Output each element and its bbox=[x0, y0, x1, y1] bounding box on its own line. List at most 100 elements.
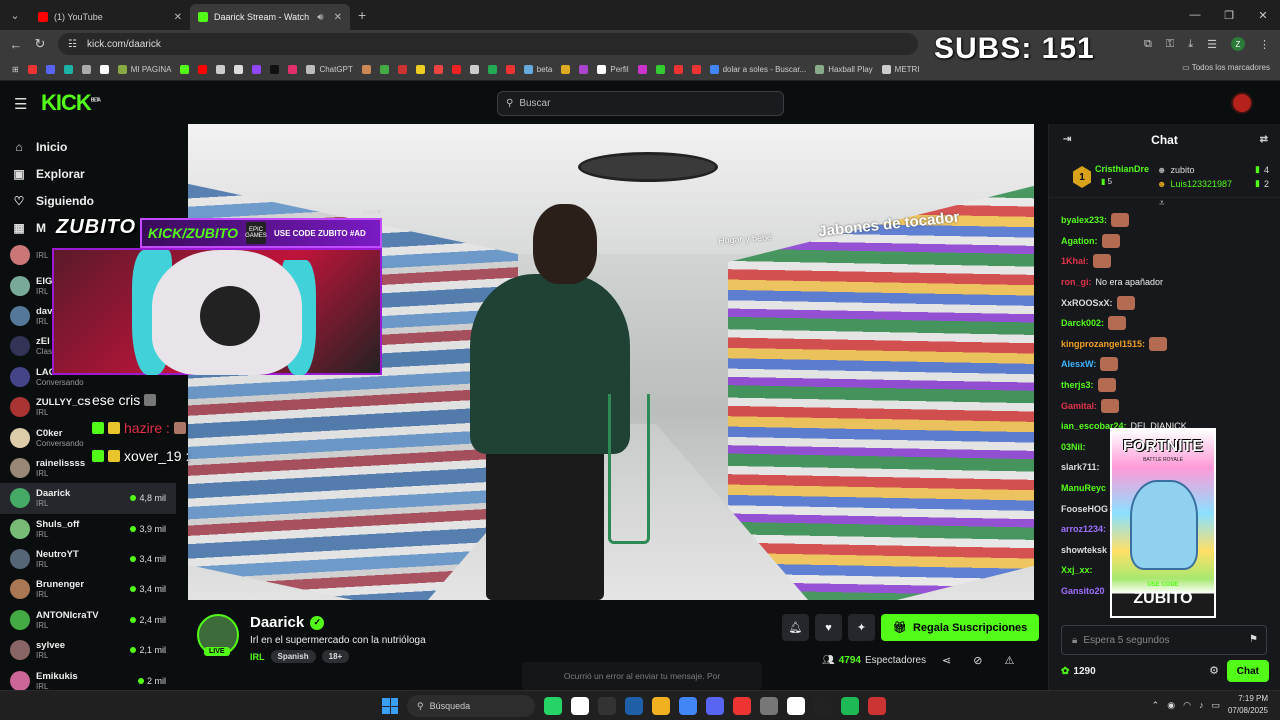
taskbar-app-icon[interactable] bbox=[598, 697, 616, 715]
bookmark-item[interactable] bbox=[81, 64, 91, 74]
clock[interactable]: 7:19 PM 07/08/2025 bbox=[1228, 693, 1268, 717]
bookmark-item[interactable] bbox=[415, 64, 425, 74]
leaderboard-row[interactable]: ☻ Luis123321987 ▮ 2 bbox=[1157, 178, 1269, 189]
taskbar-app-icon[interactable] bbox=[868, 697, 886, 715]
chat-username[interactable]: Darck002: bbox=[1061, 318, 1104, 328]
tab-kick[interactable]: Daarick Stream - Watch Live o 🔊︎ ✕ bbox=[190, 4, 350, 30]
bookmark-item[interactable] bbox=[397, 64, 407, 74]
tab-search-icon[interactable]: ⌄ bbox=[0, 0, 30, 30]
bookmark-item[interactable] bbox=[45, 64, 55, 74]
close-window-icon[interactable]: ✕ bbox=[1246, 0, 1280, 30]
channel-item[interactable]: sylvee IRL 2,1 mil bbox=[0, 635, 176, 665]
bookmark-item[interactable]: METRI bbox=[881, 64, 920, 74]
chat-username[interactable]: arroz1234: bbox=[1061, 524, 1106, 534]
channel-item[interactable]: Shuls_off IRL 3,9 mil bbox=[0, 514, 176, 544]
apps-grid-icon[interactable]: ⊞ bbox=[12, 65, 19, 74]
bookmark-item[interactable] bbox=[691, 64, 701, 74]
bookmark-item[interactable] bbox=[433, 64, 443, 74]
chat-username[interactable]: therjs3: bbox=[1061, 380, 1094, 390]
chat-username[interactable]: Agation: bbox=[1061, 236, 1098, 246]
restore-icon[interactable]: ❐ bbox=[1212, 0, 1246, 30]
bookmark-item[interactable]: MI PAGINA bbox=[117, 64, 171, 74]
share-icon[interactable]: ⋖ bbox=[942, 654, 951, 667]
taskbar-app-icon[interactable] bbox=[571, 697, 589, 715]
taskbar-app-icon[interactable] bbox=[841, 697, 859, 715]
speaker-icon[interactable]: 🔊︎ bbox=[317, 12, 323, 23]
chat-username[interactable]: byalex233: bbox=[1061, 215, 1107, 225]
chat-username[interactable]: XxROOSxX: bbox=[1061, 298, 1113, 308]
search-input[interactable]: ⚲ Buscar bbox=[497, 91, 784, 116]
omnibox[interactable]: ☷ kick.com/daarick bbox=[58, 33, 918, 55]
taskbar-app-icon[interactable] bbox=[544, 697, 562, 715]
user-avatar[interactable] bbox=[1231, 92, 1253, 114]
expand-leaderboard-icon[interactable]: ⩡ bbox=[1159, 198, 1165, 209]
new-tab-button[interactable]: + bbox=[358, 7, 366, 23]
chat-username[interactable]: FooseHOG bbox=[1061, 504, 1108, 514]
taskbar-app-icon[interactable] bbox=[814, 697, 832, 715]
tag-language[interactable]: Spanish bbox=[270, 650, 316, 663]
hide-icon[interactable]: ⊘ bbox=[973, 654, 982, 667]
site-info-icon[interactable]: ☷ bbox=[68, 39, 77, 50]
nav-inicio[interactable]: ⌂ Inicio bbox=[12, 133, 176, 160]
profile-avatar[interactable]: Z bbox=[1231, 37, 1245, 51]
bookmark-item[interactable] bbox=[216, 64, 226, 74]
bookmark-item[interactable]: Perfil bbox=[597, 64, 629, 74]
back-icon[interactable]: ← bbox=[4, 37, 28, 52]
taskbar-app-icon[interactable] bbox=[787, 697, 805, 715]
all-bookmarks[interactable]: ▭ Todos los marcadores bbox=[1182, 63, 1270, 72]
bookmark-item[interactable] bbox=[469, 64, 479, 74]
bookmark-item[interactable] bbox=[505, 64, 515, 74]
volume-icon[interactable]: ♪ bbox=[1199, 700, 1204, 710]
bookmark-item[interactable] bbox=[361, 64, 371, 74]
channel-item[interactable]: Brunenger IRL 3,4 mil bbox=[0, 574, 176, 604]
chat-username[interactable]: kingprozangel1515: bbox=[1061, 339, 1145, 349]
bookmark-item[interactable] bbox=[180, 64, 190, 74]
bookmark-item[interactable] bbox=[579, 64, 589, 74]
close-icon[interactable]: ✕ bbox=[334, 12, 342, 23]
media-icon[interactable]: ☰ bbox=[1207, 38, 1217, 51]
chat-username[interactable]: 03Nil: bbox=[1061, 442, 1086, 452]
tray-chevron-icon[interactable]: ⌃ bbox=[1152, 700, 1160, 711]
bookmark-item[interactable] bbox=[673, 64, 683, 74]
taskbar-app-icon[interactable] bbox=[760, 697, 778, 715]
report-icon[interactable]: ⚠ bbox=[1004, 654, 1014, 667]
chat-input[interactable]: 🔒︎ Espera 5 segundos ⚑ bbox=[1061, 625, 1267, 655]
stream-category[interactable]: IRL bbox=[250, 652, 265, 662]
chat-username[interactable]: Gansito20 bbox=[1061, 586, 1105, 596]
close-icon[interactable]: ✕ bbox=[174, 12, 182, 23]
taskbar-app-icon[interactable] bbox=[706, 697, 724, 715]
chat-username[interactable]: slark711: bbox=[1061, 462, 1100, 472]
windows-start-icon[interactable] bbox=[382, 698, 398, 714]
battery-icon[interactable]: ▭ bbox=[1211, 700, 1220, 711]
bookmark-item[interactable] bbox=[379, 64, 389, 74]
emote-picker-icon[interactable]: ⚑ bbox=[1249, 634, 1258, 645]
hamburger-menu-icon[interactable]: ☰ bbox=[14, 95, 27, 113]
kick-logo[interactable]: KICKBETA bbox=[41, 90, 101, 116]
collapse-chat-icon[interactable]: ⇥ bbox=[1063, 134, 1071, 145]
leaderboard-row[interactable]: ☻ zubito ▮ 4 bbox=[1157, 164, 1269, 175]
tab-youtube[interactable]: (1) YouTube ✕ bbox=[30, 4, 190, 30]
follow-heart-icon[interactable]: ♥ bbox=[815, 614, 842, 641]
gift-subs-button[interactable]: 🎁︎ Regala Suscripciones bbox=[881, 614, 1040, 641]
chat-send-button[interactable]: Chat bbox=[1226, 660, 1269, 682]
reload-icon[interactable]: ↻ bbox=[28, 36, 52, 52]
channel-item[interactable]: ANTONIcraTV IRL 2,4 mil bbox=[0, 605, 176, 635]
leader-name[interactable]: CristhianDre bbox=[1095, 164, 1149, 174]
bookmark-item[interactable] bbox=[655, 64, 665, 74]
tray-app-icon[interactable]: ◉ bbox=[1167, 700, 1175, 711]
taskbar-search[interactable]: ⚲ Búsqueda bbox=[407, 695, 535, 717]
taskbar-app-icon[interactable] bbox=[679, 697, 697, 715]
bell-icon[interactable]: 🔔︎ bbox=[782, 614, 809, 641]
bookmark-item[interactable] bbox=[637, 64, 647, 74]
bookmark-item[interactable] bbox=[288, 64, 298, 74]
bookmark-item[interactable] bbox=[451, 64, 461, 74]
sparkle-icon[interactable]: ✦ bbox=[848, 614, 875, 641]
chat-username[interactable]: ManuReyc bbox=[1061, 483, 1106, 493]
popout-icon[interactable]: ⇄ bbox=[1260, 134, 1268, 145]
bookmark-item[interactable]: beta bbox=[523, 64, 552, 74]
chat-username[interactable]: Gamital: bbox=[1061, 401, 1097, 411]
streamer-name[interactable]: Daarick ✓ bbox=[250, 614, 325, 631]
channel-points[interactable]: ✿ 1290 bbox=[1061, 666, 1096, 677]
wifi-icon[interactable]: ◠ bbox=[1183, 700, 1191, 711]
bookmark-item[interactable]: dolar a soles - Buscar... bbox=[709, 64, 806, 74]
